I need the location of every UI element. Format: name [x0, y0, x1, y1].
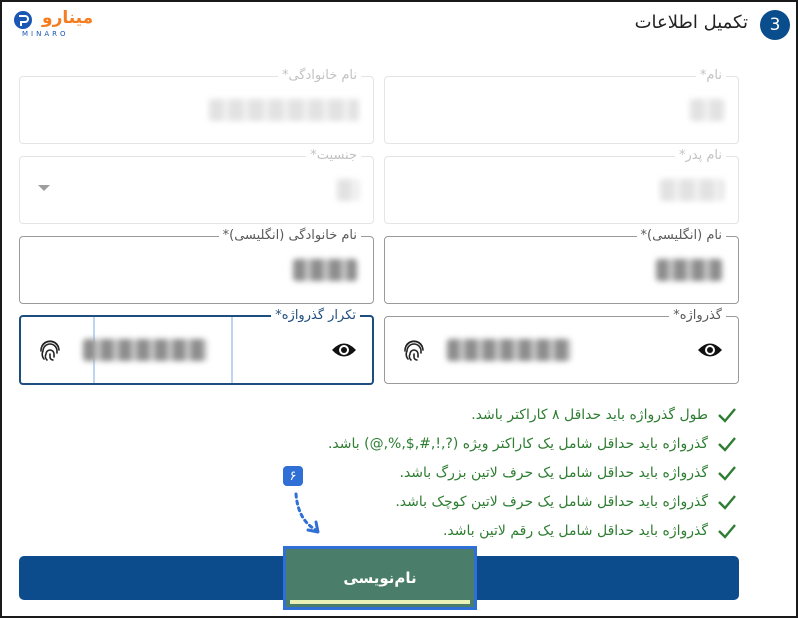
first-name-en-field[interactable]: نام (انگلیسی)* ██████: [384, 228, 739, 304]
password-repeat-field[interactable]: تکرار گذرواژه* ████████████: [19, 308, 374, 385]
password-repeat-label: تکرار گذرواژه*: [271, 308, 360, 323]
brand-logo: مینارو MINARO: [10, 8, 100, 40]
fingerprint-icon[interactable]: [37, 337, 63, 363]
last-name-en-value[interactable]: ██████: [293, 259, 357, 281]
chevron-down-icon: [38, 185, 50, 191]
check-icon: [718, 523, 736, 539]
logo-icon: [14, 11, 32, 29]
annotation-underline: [290, 600, 470, 604]
gender-label: جنسیت*: [306, 148, 361, 163]
rule-text: گذرواژه باید حداقل شامل یک حرف لاتین کوچ…: [395, 493, 708, 510]
first-name-en-value[interactable]: ██████: [656, 259, 722, 281]
gender-value: ██: [337, 179, 359, 201]
password-rules-list: طول گذرواژه باید حداقل ۸ کاراکتر باشد. گ…: [138, 400, 738, 545]
annotation-arrow-icon: [294, 492, 320, 534]
rule-text: گذرواژه باید حداقل شامل یک کاراکتر ویژه …: [327, 435, 708, 452]
first-name-label: نام*: [695, 68, 726, 83]
register-button-label: نام‌نویسی: [343, 569, 417, 587]
last-name-en-label: نام خانوادگی (انگلیسی)*: [218, 228, 361, 243]
check-icon: [718, 494, 736, 510]
rule-item: گذرواژه باید حداقل شامل یک حرف لاتین کوچ…: [138, 487, 738, 516]
last-name-en-field[interactable]: نام خانوادگی (انگلیسی)* ██████: [19, 228, 374, 304]
section-title: تکمیل اطلاعات: [634, 12, 748, 33]
first-name-field: نام* ████: [384, 68, 739, 144]
rule-item: گذرواژه باید حداقل شامل یک حرف لاتین بزر…: [138, 458, 738, 487]
father-name-value: █████: [660, 179, 724, 201]
rule-item: گذرواژه باید حداقل شامل یک رقم لاتین باش…: [138, 516, 738, 545]
eye-icon[interactable]: [330, 339, 358, 361]
logo-subtitle: MINARO: [22, 30, 69, 38]
rule-text: طول گذرواژه باید حداقل ۸ کاراکتر باشد.: [471, 406, 708, 423]
fingerprint-icon[interactable]: [401, 337, 427, 363]
password-field[interactable]: گذرواژه* ████████████: [384, 308, 739, 384]
logo-wordmark: مینارو: [42, 8, 94, 28]
last-name-value: ████ ██████: [209, 99, 359, 121]
password-label: گذرواژه*: [669, 308, 726, 323]
last-name-field: نام خانوادگی* ████ ██████: [19, 68, 374, 144]
first-name-en-label: نام (انگلیسی)*: [636, 228, 726, 243]
check-icon: [718, 436, 736, 452]
password-repeat-value[interactable]: ████████████: [83, 339, 207, 361]
first-name-value: ████: [690, 99, 724, 121]
gender-select: جنسیت* ██: [19, 148, 374, 224]
rule-text: گذرواژه باید حداقل شامل یک رقم لاتین باش…: [442, 522, 708, 539]
rule-text: گذرواژه باید حداقل شامل یک حرف لاتین بزر…: [399, 464, 709, 481]
check-icon: [718, 465, 736, 481]
eye-icon[interactable]: [696, 339, 724, 361]
step-number-badge: 3: [760, 10, 790, 40]
father-name-label: نام پدر*: [675, 148, 726, 163]
check-icon: [718, 407, 736, 423]
last-name-label: نام خانوادگی*: [277, 68, 361, 83]
rule-item: طول گذرواژه باید حداقل ۸ کاراکتر باشد.: [138, 400, 738, 429]
father-name-field: نام پدر* █████: [384, 148, 739, 224]
annotation-step-badge: ۶: [283, 466, 303, 486]
rule-item: گذرواژه باید حداقل شامل یک کاراکتر ویژه …: [138, 429, 738, 458]
password-value[interactable]: ████████████: [447, 339, 571, 361]
